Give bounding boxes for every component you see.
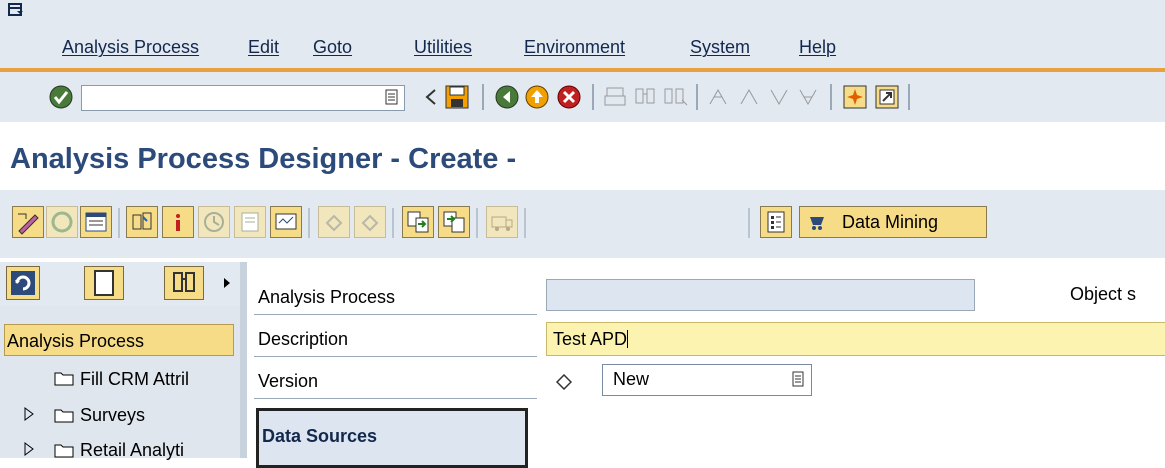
description-field[interactable]: Test APD <box>546 322 1165 356</box>
display-list-icon[interactable] <box>80 206 112 238</box>
version-dropdown-icon[interactable] <box>790 370 806 388</box>
toolbar-separator <box>482 84 484 110</box>
exit-icon[interactable] <box>524 84 550 110</box>
other-object-icon[interactable] <box>46 206 78 238</box>
label-underline <box>254 356 537 357</box>
last-page-icon[interactable] <box>796 84 822 110</box>
expand-node-icon[interactable] <box>24 442 34 456</box>
description-value: Test APD <box>553 329 628 349</box>
object-status-label: Object s <box>1070 284 1137 304</box>
undo-icon[interactable] <box>318 206 350 238</box>
folder-icon <box>54 408 74 423</box>
back-arrow-icon[interactable] <box>418 84 444 110</box>
menu-goto[interactable]: Goto <box>313 37 352 58</box>
text-cursor <box>627 330 629 348</box>
create-session-icon[interactable] <box>842 84 868 110</box>
toolbar-separator <box>592 84 594 110</box>
toolbar-separator <box>392 208 394 238</box>
analysis-process-label: Analysis Process <box>258 287 396 307</box>
version-field[interactable]: New <box>602 364 812 396</box>
refresh-icon[interactable] <box>6 266 40 300</box>
menu-utilities[interactable]: Utilities <box>414 37 472 58</box>
dropdown-icon[interactable] <box>382 87 402 107</box>
next-page-icon[interactable] <box>766 84 792 110</box>
find-next-icon[interactable] <box>662 84 688 110</box>
change-icon[interactable] <box>12 206 44 238</box>
redo-icon[interactable] <box>354 206 386 238</box>
save-icon[interactable] <box>444 84 470 110</box>
page-title: Analysis Process Designer - Create - <box>10 143 517 175</box>
label-underline <box>254 398 537 399</box>
toolbar-separator <box>748 208 750 238</box>
menu-bar <box>0 0 1165 72</box>
data-mining-label: Data Mining <box>842 212 939 232</box>
data-mining-button[interactable]: Data Mining <box>799 206 987 238</box>
find-icon[interactable] <box>632 84 658 110</box>
toolbar-separator <box>696 84 698 110</box>
analysis-process-field[interactable] <box>546 279 975 311</box>
menu-help[interactable]: Help <box>799 37 836 58</box>
folder-icon <box>54 371 74 386</box>
structure-icon[interactable] <box>760 206 792 238</box>
version-label: Version <box>258 371 319 391</box>
label-underline <box>254 314 537 315</box>
previous-page-icon[interactable] <box>736 84 762 110</box>
system-menu-icon[interactable] <box>8 3 24 17</box>
print-icon[interactable] <box>602 84 628 110</box>
command-field[interactable] <box>81 85 405 111</box>
toolbar-separator <box>830 84 832 110</box>
new-document-icon[interactable] <box>84 266 124 300</box>
panel-divider[interactable] <box>240 262 247 458</box>
menu-system[interactable]: System <box>690 37 750 58</box>
toolbar-separator <box>524 208 526 238</box>
menu-environment[interactable]: Environment <box>524 37 625 58</box>
schedule-icon[interactable] <box>198 206 230 238</box>
tree-item-fill-crm[interactable]: Fill CRM Attril <box>80 369 189 390</box>
menu-edit[interactable]: Edit <box>248 37 279 58</box>
mining-cart-icon <box>810 217 824 230</box>
search-icon[interactable] <box>164 266 204 300</box>
check-icon[interactable] <box>126 206 158 238</box>
version-status-icon <box>555 373 573 391</box>
first-page-icon[interactable] <box>706 84 732 110</box>
tree-item-surveys[interactable]: Surveys <box>80 405 145 426</box>
expand-node-icon[interactable] <box>24 407 34 421</box>
expand-arrow-icon[interactable] <box>222 276 232 290</box>
tree-header[interactable]: Analysis Process <box>4 324 234 356</box>
toolbar-separator <box>308 208 310 238</box>
monitor-icon[interactable] <box>270 206 302 238</box>
cancel-icon[interactable] <box>556 84 582 110</box>
transport-icon[interactable] <box>486 206 518 238</box>
enter-icon[interactable] <box>48 84 74 110</box>
back-icon[interactable] <box>494 84 520 110</box>
shortcut-icon[interactable] <box>874 84 900 110</box>
document-icon[interactable] <box>234 206 266 238</box>
toolbar-separator <box>908 84 910 110</box>
toolbar-separator <box>476 208 478 238</box>
version-value: New <box>613 369 650 389</box>
info-icon[interactable] <box>162 206 194 238</box>
description-label: Description <box>258 329 349 349</box>
folder-icon <box>54 443 74 458</box>
export-icon[interactable] <box>438 206 470 238</box>
data-sources-label: Data Sources <box>262 426 378 446</box>
import-icon[interactable] <box>402 206 434 238</box>
toolbar-separator <box>118 208 120 238</box>
menu-analysis-process[interactable]: Analysis Process <box>62 37 199 58</box>
